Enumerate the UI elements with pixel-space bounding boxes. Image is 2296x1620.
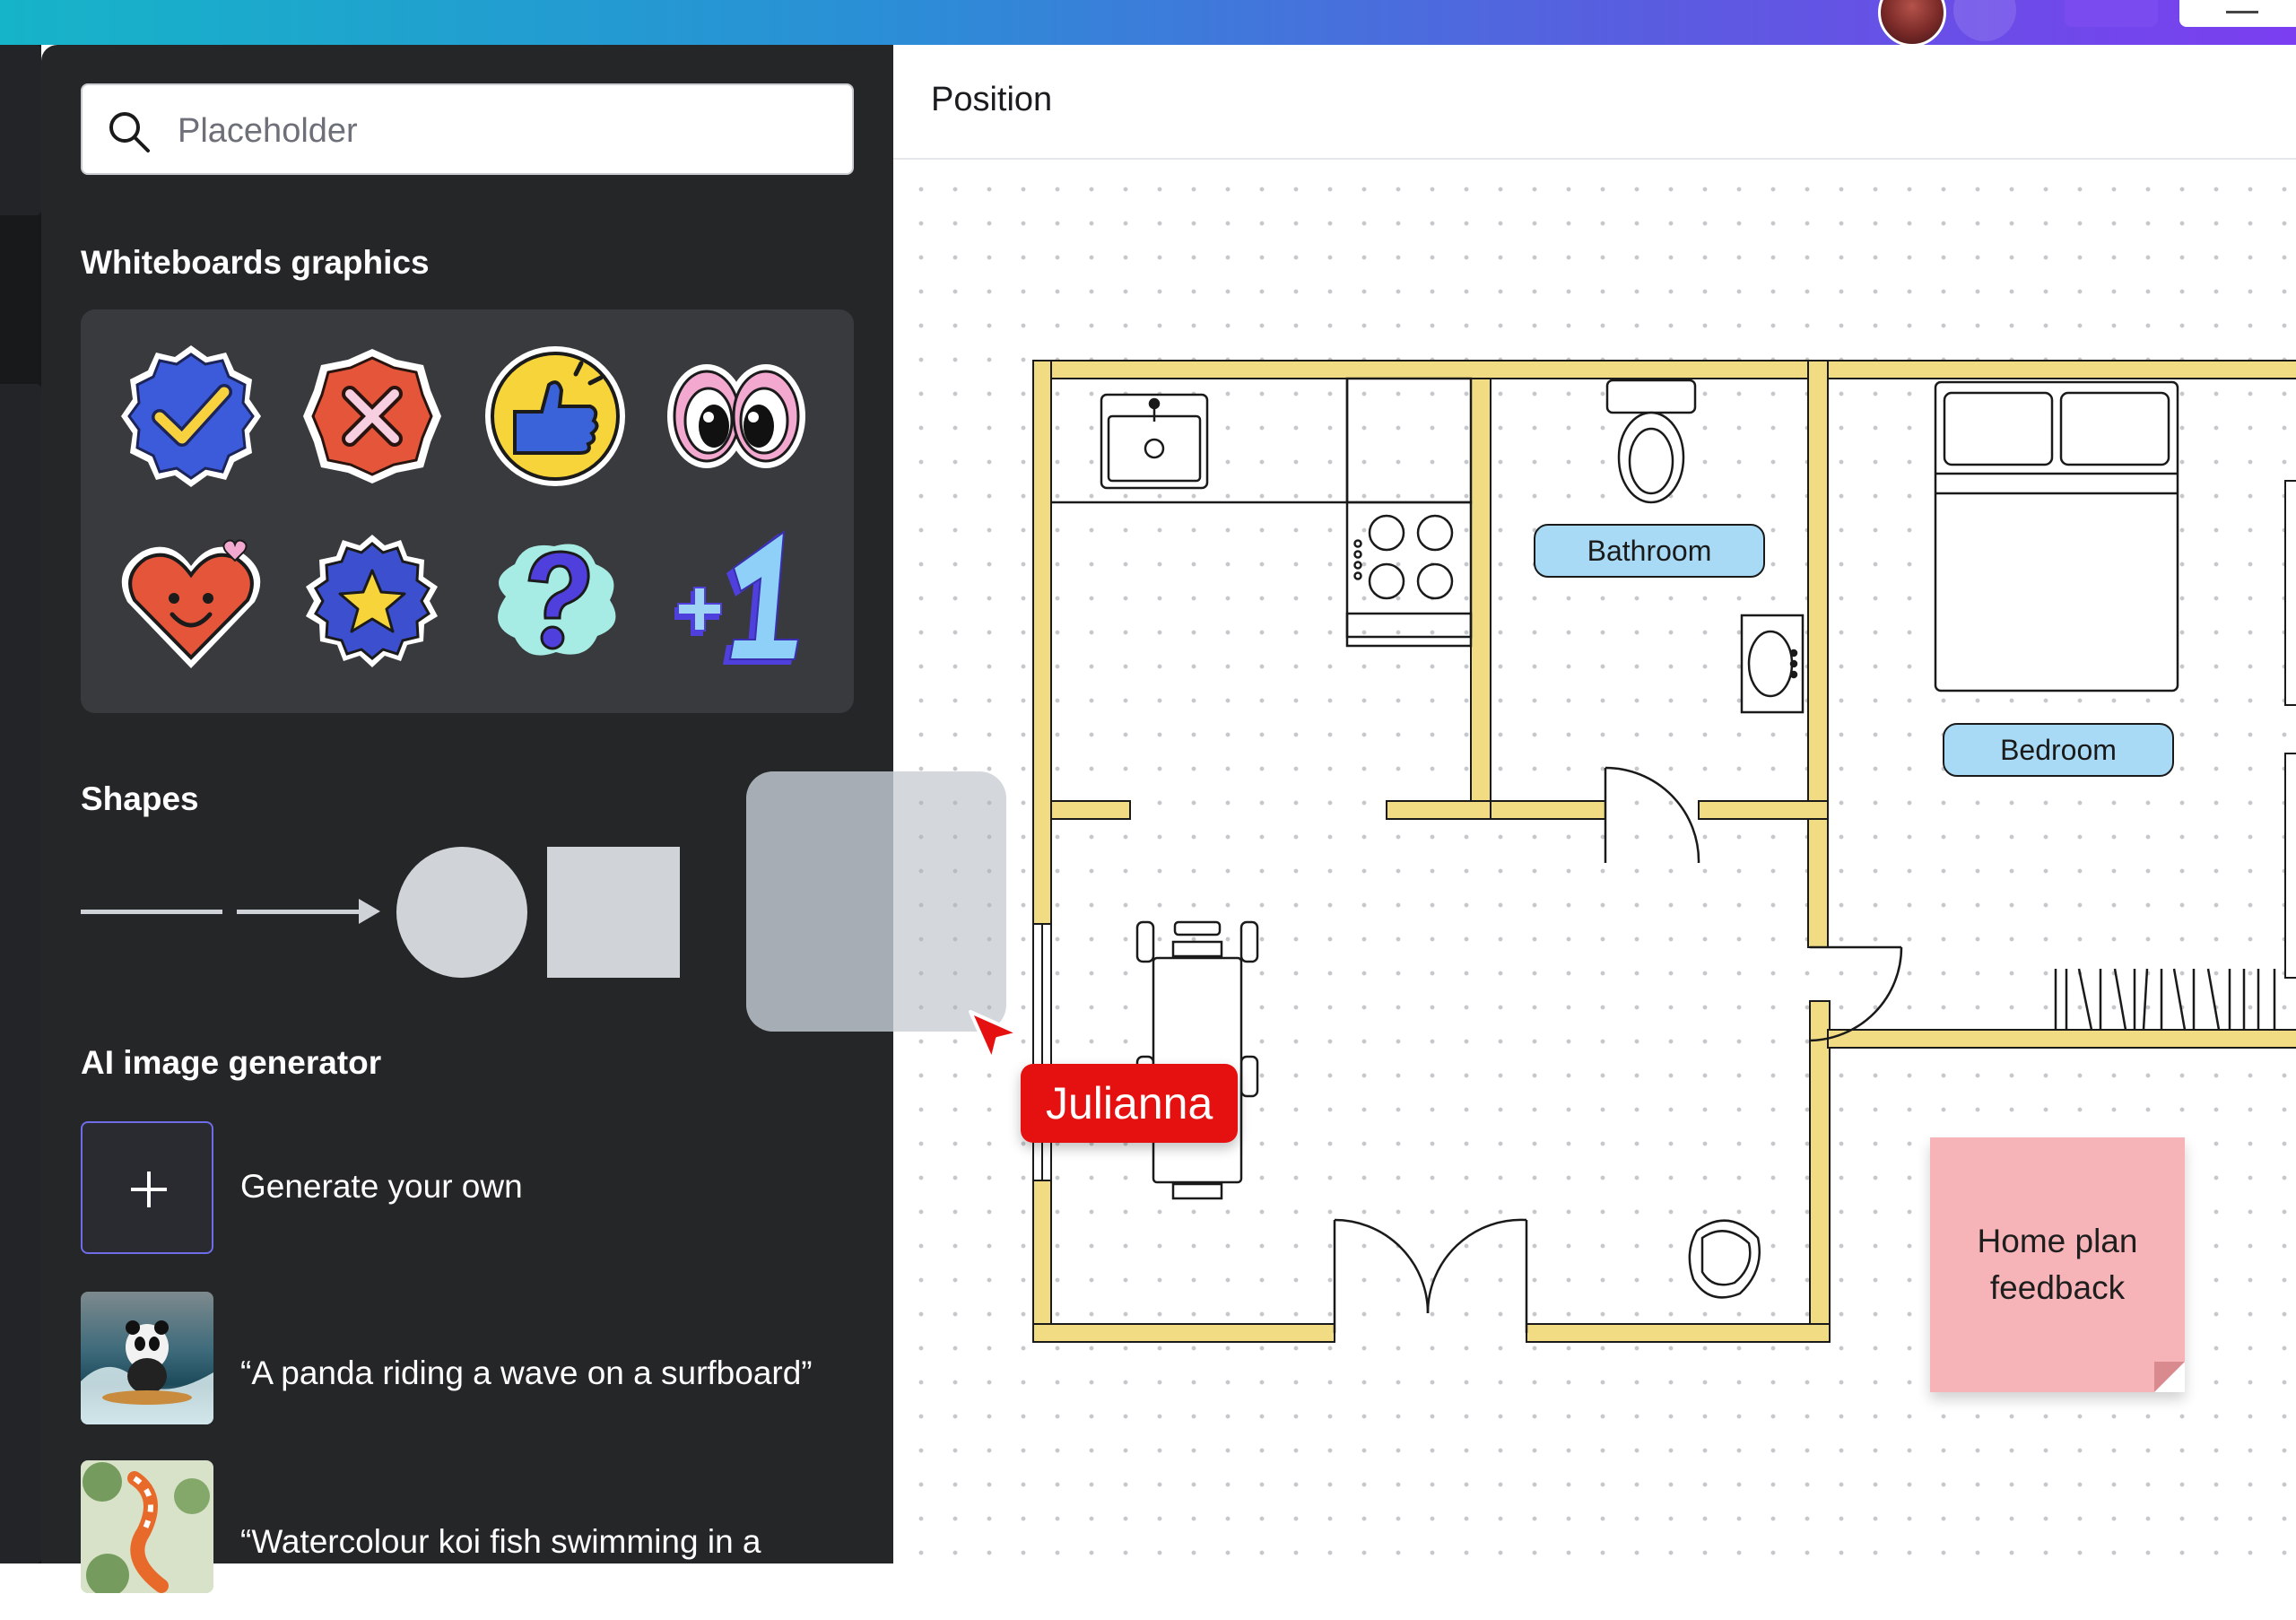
collaborator-cursor-icon <box>969 1010 1021 1062</box>
sticky-note-corner <box>2154 1362 2185 1392</box>
panda-surfing-image <box>81 1320 213 1424</box>
share-button[interactable] <box>2065 0 2158 27</box>
bathroom-label[interactable]: Bathroom <box>1534 524 1765 578</box>
line-shape[interactable] <box>81 910 222 914</box>
top-bar <box>0 0 2296 47</box>
user-avatar[interactable] <box>1878 0 1946 47</box>
koi-prompt-text[interactable]: “Watercolour koi fish swimming in a pond… <box>240 1516 814 1620</box>
koi-watercolor-image <box>83 1462 210 1593</box>
graphics-grid <box>81 309 854 713</box>
sticky-note-text: Home plan feedback <box>1977 1223 2138 1306</box>
wall <box>1386 800 1492 820</box>
square-shape[interactable] <box>547 847 680 978</box>
bedroom-window <box>2284 480 2296 979</box>
wall <box>1050 800 1131 820</box>
wall <box>1526 1323 1831 1343</box>
question-mark-icon[interactable] <box>479 525 631 677</box>
toilet <box>1605 379 1697 504</box>
menu-button[interactable] <box>2179 0 2296 27</box>
armchair <box>1688 1219 1761 1299</box>
wall <box>1807 360 1829 948</box>
search-field[interactable] <box>81 83 854 175</box>
generate-own-label[interactable]: Generate your own <box>240 1161 814 1213</box>
wall <box>1032 1323 1335 1343</box>
canvas-area: Position Bathroom Bedroom Home plan feed… <box>893 45 2296 1563</box>
rail-tab[interactable] <box>0 45 41 215</box>
generate-own-button[interactable] <box>81 1121 213 1254</box>
wall <box>1032 360 1052 1343</box>
panda-prompt-text[interactable]: “A panda riding a wave on a surfboard” <box>240 1347 814 1399</box>
wall <box>1698 800 1829 820</box>
sink <box>1100 393 1209 490</box>
wall <box>1470 378 1492 805</box>
graphics-section-title: Whiteboards graphics <box>81 244 430 281</box>
shapes-section-title: Shapes <box>81 780 199 817</box>
dining-table <box>1135 920 1259 1200</box>
rail-tab[interactable] <box>0 384 41 1563</box>
wall <box>1827 1029 2296 1049</box>
star-badge-icon[interactable] <box>296 525 448 677</box>
plus-one-icon[interactable] <box>660 525 813 677</box>
wall <box>1032 360 2296 379</box>
googly-eyes-icon[interactable] <box>660 340 813 492</box>
wall <box>1490 800 1606 820</box>
search-input[interactable] <box>176 101 807 161</box>
wall <box>1809 1000 1831 1343</box>
bed <box>1934 380 2179 692</box>
x-mark-badge-icon[interactable] <box>296 340 448 492</box>
bathroom-door <box>1604 766 1700 864</box>
koi-thumbnail[interactable] <box>81 1460 213 1593</box>
hamburger-icon <box>2226 11 2258 13</box>
ai-generator-section-title: AI image generator <box>81 1044 382 1081</box>
collaborator-name-tag: Julianna <box>1021 1064 1239 1143</box>
collaborator-avatar[interactable] <box>1953 0 2016 41</box>
panda-thumbnail[interactable] <box>81 1292 213 1424</box>
arrow-shape[interactable] <box>237 895 380 928</box>
front-door <box>1333 1218 1528 1333</box>
sticky-note[interactable]: Home plan feedback <box>1930 1137 2185 1392</box>
bathroom-sink <box>1740 614 1805 714</box>
smiling-heart-icon[interactable] <box>115 525 267 677</box>
bedroom-label[interactable]: Bedroom <box>1943 723 2174 777</box>
search-icon <box>109 112 150 152</box>
checkmark-badge-icon[interactable] <box>115 340 267 492</box>
dragging-shape[interactable] <box>746 771 1006 1032</box>
circle-shape[interactable] <box>396 847 527 978</box>
thumbs-up-badge-icon[interactable] <box>479 340 631 492</box>
stove <box>1353 514 1454 600</box>
closet <box>2054 968 2276 1031</box>
sidebar-rail <box>0 45 41 1563</box>
